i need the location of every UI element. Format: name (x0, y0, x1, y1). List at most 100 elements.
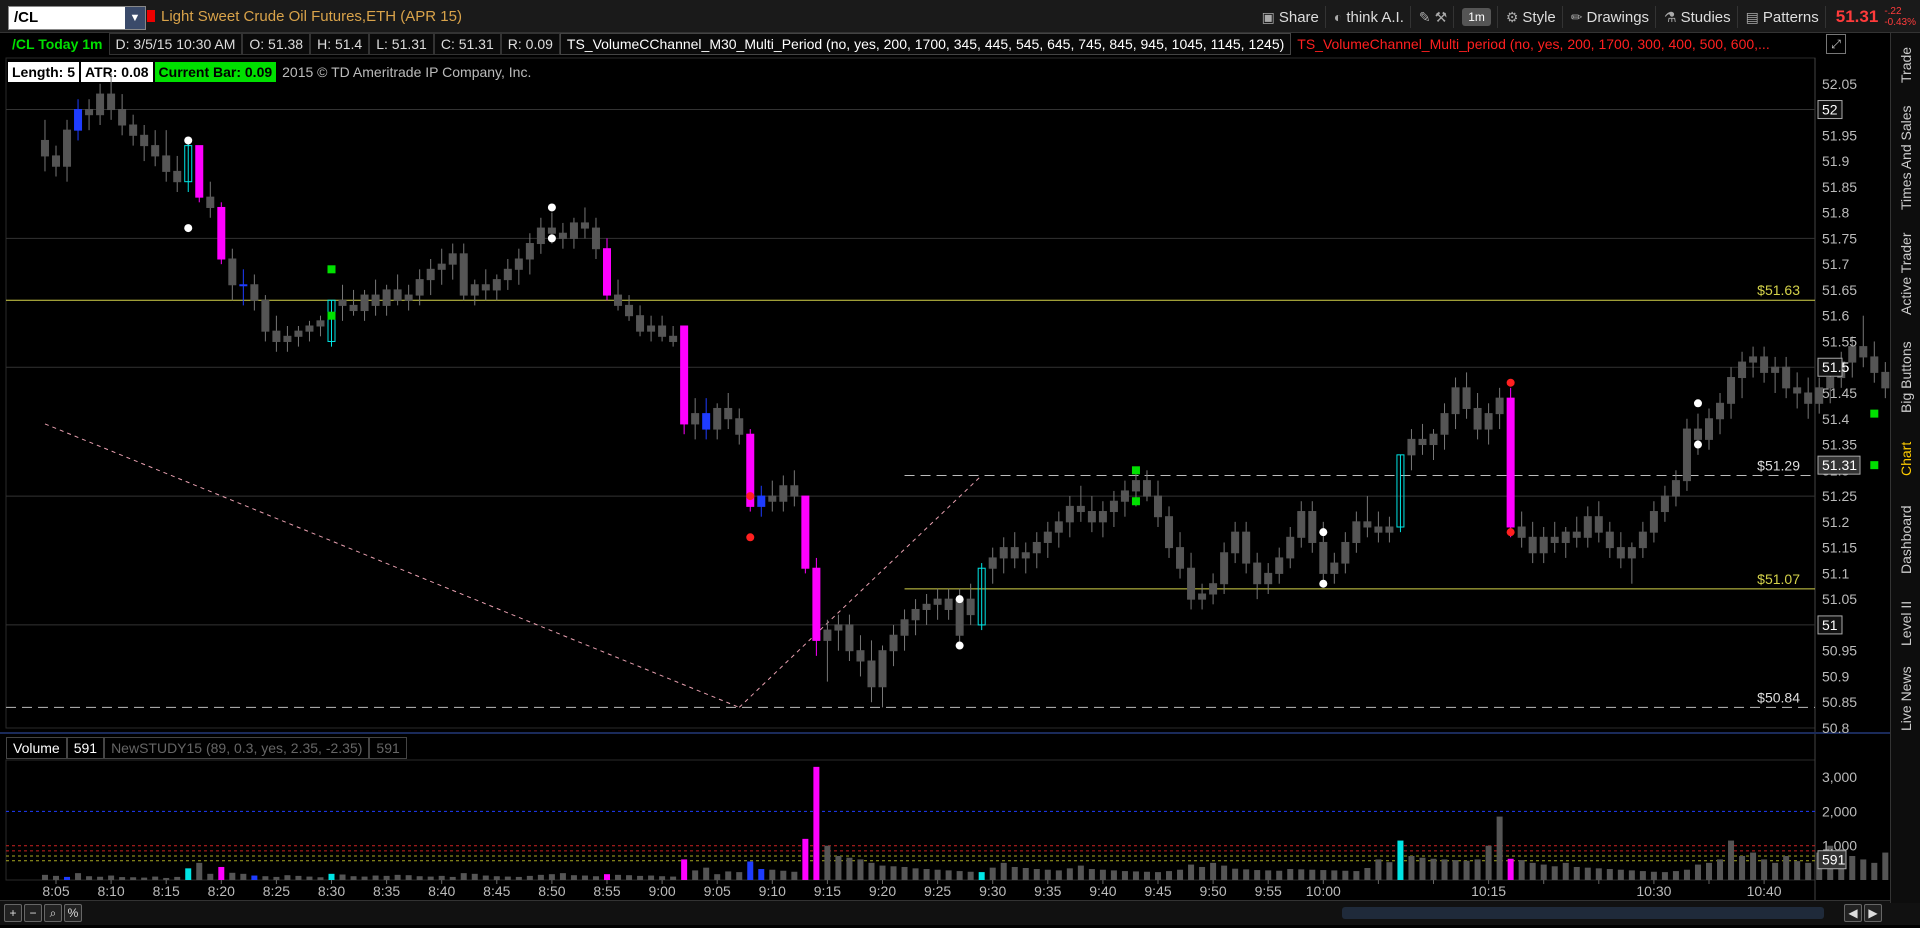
candle (283, 335, 292, 342)
candle (1098, 511, 1107, 523)
side-tab-active-trader[interactable]: Active Trader (1891, 224, 1920, 324)
side-tab-big-buttons[interactable]: Big Buttons (1891, 330, 1920, 425)
volume-label[interactable]: Volume (6, 737, 67, 759)
side-tab-live-news[interactable]: Live News (1891, 659, 1920, 739)
candle (614, 294, 623, 306)
candle (933, 598, 942, 605)
candle (834, 624, 843, 631)
volume-bar (1882, 852, 1889, 880)
volume-bar (1386, 862, 1393, 880)
candle (437, 263, 446, 270)
horizontal-scrollbar[interactable] (1342, 907, 1824, 919)
candle (1771, 366, 1780, 373)
volume-bar (1254, 870, 1261, 880)
price-level-label: $51.29 (1757, 457, 1800, 473)
x-tick-label: 8:15 (153, 883, 180, 899)
zoom-in-button[interactable]: + (4, 904, 22, 922)
y-axis-price-box-label: 51.31 (1822, 457, 1857, 473)
side-tab-chart[interactable]: Chart (1891, 431, 1920, 486)
candle (1253, 562, 1262, 585)
signal-marker (1319, 528, 1328, 537)
volume-bar (537, 874, 544, 880)
volume-bar (1331, 870, 1338, 880)
signal-marker (746, 492, 755, 501)
x-tick-label: 8:10 (97, 883, 124, 899)
x-tick-label: 9:00 (648, 883, 675, 899)
volume-bar (295, 875, 302, 880)
volume-study[interactable]: NewSTUDY15 (89, 0.3, yes, 2.35, -2.35) (104, 737, 370, 759)
side-tab-level-ii[interactable]: Level II (1891, 593, 1920, 653)
y-tick-label: 51.1 (1822, 565, 1849, 581)
x-tick-label: 9:30 (979, 883, 1006, 899)
volume-bar (1650, 871, 1657, 880)
volume-bar (1342, 870, 1349, 880)
volume-bar (681, 859, 688, 880)
volume-bar (1551, 866, 1558, 880)
x-tick-label: 9:15 (814, 883, 841, 899)
x-tick-label: 9:25 (924, 883, 951, 899)
volume-bar (1474, 859, 1481, 880)
y-axis-price-box-label: 51.5 (1822, 359, 1849, 375)
candle (647, 325, 656, 332)
candle (1109, 500, 1118, 513)
percent-button[interactable]: % (64, 904, 82, 922)
y-tick-label: 51.05 (1822, 591, 1857, 607)
volume-bar (108, 875, 115, 880)
candle (404, 294, 413, 301)
volume-bar (1860, 859, 1867, 880)
volume-bar (1430, 858, 1437, 880)
candle (878, 650, 887, 688)
volume-bar (780, 870, 787, 880)
x-tick-label: 9:35 (1034, 883, 1061, 899)
candle (1605, 531, 1614, 549)
side-tab-times-and-sales[interactable]: Times And Sales (1891, 98, 1920, 218)
candle (514, 258, 523, 270)
volume-bar (416, 876, 423, 880)
volume-bar (306, 876, 313, 880)
price-chart[interactable]: $51.63 $51.29 $51.07 $50.84 52.05 52 51.95 51.… (0, 0, 1890, 900)
volume-bar (912, 868, 919, 880)
candle (1594, 516, 1603, 533)
y-tick-label: 51.7 (1822, 256, 1849, 272)
candle (1881, 371, 1890, 389)
zoom-icon[interactable]: ⌕ (44, 904, 62, 922)
scroll-left-icon[interactable]: ◀ (1844, 904, 1862, 922)
candle (691, 413, 700, 425)
candle (1517, 526, 1526, 538)
candle (1572, 531, 1581, 538)
candle (1693, 428, 1702, 440)
volume-bar (1364, 868, 1371, 880)
candle (889, 634, 898, 652)
scroll-right-icon[interactable]: ▶ (1864, 904, 1882, 922)
x-tick-label: 8:05 (42, 883, 69, 899)
side-tab-dashboard[interactable]: Dashboard (1891, 492, 1920, 587)
candle (1627, 547, 1636, 559)
candle (1010, 547, 1019, 559)
candle (867, 660, 876, 688)
signal-marker (184, 136, 193, 145)
volume-bar (890, 866, 897, 880)
candle (1484, 413, 1493, 430)
volume-bar (1584, 867, 1591, 880)
y-tick-label: 52.05 (1822, 76, 1857, 92)
candle (305, 325, 314, 332)
volume-bar (460, 873, 467, 880)
volume-tick-label: 2,000 (1822, 803, 1857, 819)
volume-bar (1562, 862, 1569, 880)
volume-bar (1265, 870, 1272, 880)
side-tab-trade[interactable]: Trade (1891, 37, 1920, 92)
y-tick-label: 51.9 (1822, 153, 1849, 169)
volume-bar (515, 876, 522, 880)
candle (96, 93, 105, 116)
volume-bar (1518, 860, 1525, 880)
candle (1638, 531, 1647, 549)
candle (1407, 438, 1416, 456)
candle (1705, 418, 1713, 440)
candle (250, 284, 259, 301)
candle (393, 289, 402, 301)
candle (1760, 356, 1769, 373)
volume-bar (141, 877, 148, 880)
zoom-out-button[interactable]: − (24, 904, 42, 922)
x-tick-label: 8:40 (428, 883, 455, 899)
volume-bar (64, 876, 71, 880)
